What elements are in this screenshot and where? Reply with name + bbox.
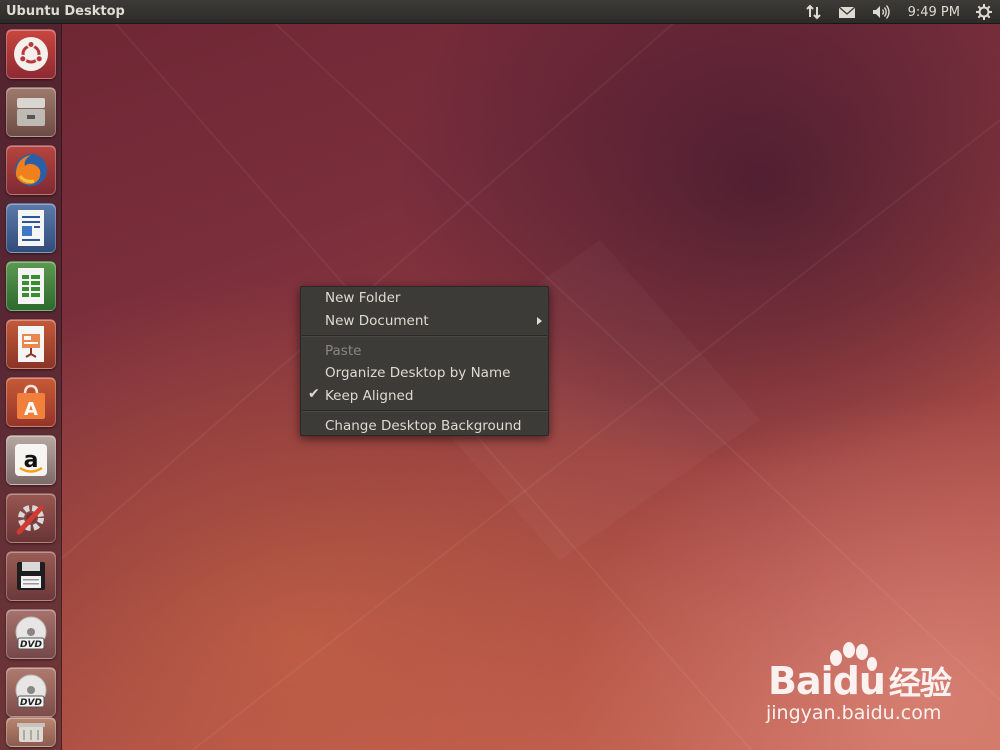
menu-label-organize: Organize Desktop by Name [325, 365, 511, 381]
messaging-indicator[interactable] [830, 0, 864, 24]
menu-label-paste: Paste [325, 343, 362, 359]
menu-item-organize[interactable]: Organize Desktop by Name [301, 362, 548, 384]
menu-separator [302, 335, 547, 337]
menu-item-paste: Paste [301, 340, 548, 362]
session-indicator[interactable] [968, 0, 1000, 24]
watermark-brand-prefix: Bai [768, 659, 834, 703]
mail-icon [838, 5, 856, 18]
baidu-watermark: Baidu 经验 jingyan.baidu.com [760, 640, 960, 730]
calc-icon [18, 268, 44, 304]
launcher-trash[interactable] [6, 717, 56, 747]
launcher: A a DVD DVD [0, 24, 62, 750]
dvd-icon: DVD [15, 674, 47, 708]
dvd-icon: DVD [15, 616, 47, 650]
submenu-arrow-icon [537, 317, 542, 325]
volume-icon [872, 5, 890, 19]
menu-label-change-background: Change Desktop Background [325, 418, 522, 434]
watermark-brand: Baidu 经验 [768, 658, 952, 704]
launcher-system-settings[interactable] [6, 493, 56, 543]
network-icon [805, 4, 821, 20]
top-panel: Ubuntu Desktop 9:49 PM [0, 0, 1000, 24]
menu-label-new-document: New Document [325, 313, 429, 329]
sound-indicator[interactable] [864, 0, 900, 24]
launcher-dvd-2[interactable]: DVD [6, 667, 56, 717]
launcher-libreoffice-impress[interactable] [6, 319, 56, 369]
clock: 9:49 PM [907, 4, 960, 20]
launcher-firefox[interactable] [6, 145, 56, 195]
indicator-area: 9:49 PM [798, 0, 1000, 24]
impress-icon [18, 326, 44, 362]
launcher-floppy[interactable] [6, 551, 56, 601]
dvd-label: DVD [20, 698, 42, 708]
network-indicator[interactable] [798, 0, 830, 24]
launcher-libreoffice-calc[interactable] [6, 261, 56, 311]
watermark-url: jingyan.baidu.com [766, 702, 942, 724]
menu-item-change-background[interactable]: Change Desktop Background [301, 415, 548, 437]
clock-indicator[interactable]: 9:49 PM [900, 0, 968, 24]
firefox-icon [15, 154, 47, 186]
launcher-software-center[interactable]: A [6, 377, 56, 427]
menu-item-keep-aligned[interactable]: ✔ Keep Aligned [301, 385, 548, 407]
file-cabinet-icon [17, 98, 45, 126]
desktop-context-menu: New Folder New Document Paste Organize D… [300, 286, 549, 436]
menu-separator [302, 410, 547, 412]
menu-item-new-folder[interactable]: New Folder [301, 287, 548, 309]
watermark-brand-suffix: du [832, 659, 886, 703]
svg-text:A: A [24, 399, 38, 420]
trash-icon [17, 723, 45, 742]
floppy-disk-icon [17, 562, 45, 590]
check-icon: ✔ [308, 386, 320, 402]
panel-title: Ubuntu Desktop [6, 4, 125, 19]
launcher-libreoffice-writer[interactable] [6, 203, 56, 253]
watermark-chinese: 经验 [888, 664, 952, 702]
writer-icon [18, 210, 44, 246]
menu-label-new-folder: New Folder [325, 290, 401, 306]
ubuntu-logo-icon [14, 37, 48, 71]
amazon-icon: a [15, 444, 47, 476]
desktop[interactable]: Ubuntu Desktop 9:49 PM A a DVD DVD New F… [0, 0, 1000, 750]
menu-item-new-document[interactable]: New Document [301, 310, 548, 332]
svg-text:a: a [24, 448, 39, 473]
settings-tools-icon [16, 505, 44, 535]
launcher-dvd-1[interactable]: DVD [6, 609, 56, 659]
shopping-bag-icon: A [17, 384, 45, 420]
launcher-files[interactable] [6, 87, 56, 137]
menu-label-keep-aligned: Keep Aligned [325, 388, 414, 404]
launcher-dash-home[interactable] [6, 29, 56, 79]
dvd-label: DVD [20, 640, 42, 650]
system-gear-icon [976, 4, 992, 20]
launcher-amazon[interactable]: a [6, 435, 56, 485]
